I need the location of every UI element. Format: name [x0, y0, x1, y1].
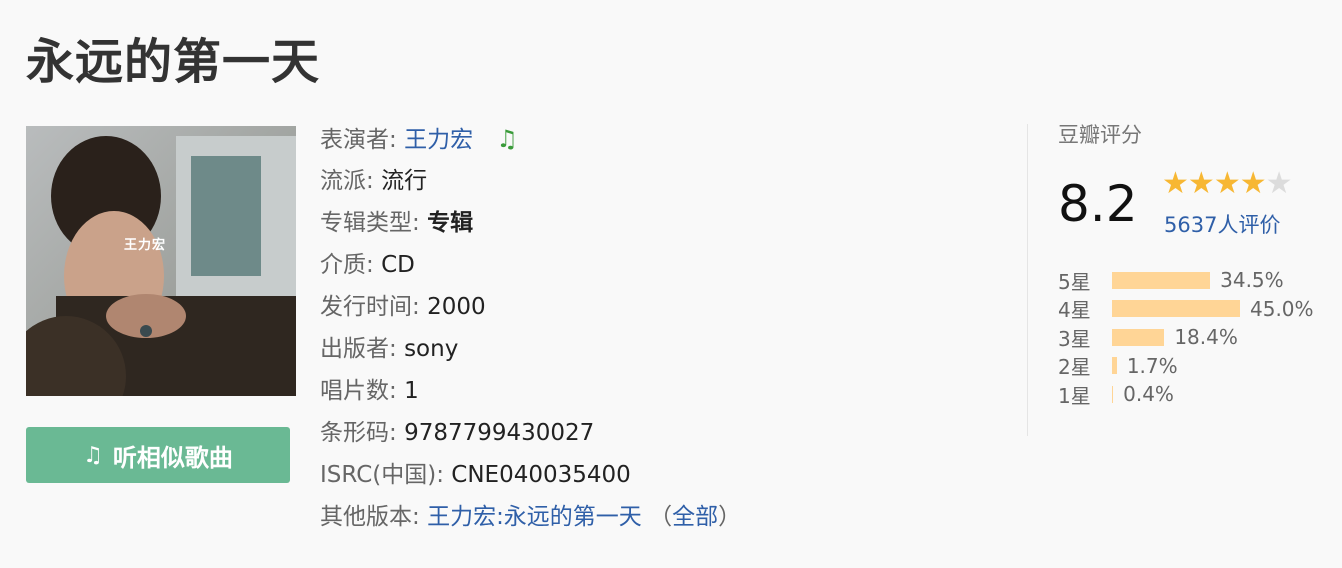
rating-percent: 0.4% [1123, 382, 1174, 407]
music-note-icon[interactable]: ♫ [496, 118, 518, 160]
rating-row: 5星 34.5% [1058, 266, 1314, 295]
rating-percent: 1.7% [1126, 353, 1178, 378]
listen-similar-button[interactable]: ♫ 听相似歌曲 [26, 427, 290, 483]
rating-row-label: 1星 [1058, 383, 1091, 408]
star-filled-icon: ★ [1239, 166, 1267, 201]
medium-value: CD [381, 252, 415, 278]
album-info: 表演者: 王力宏 ♫ 流派: 流行 专辑类型: 专辑 介质: CD 发行时间: … [320, 118, 741, 538]
rating-percent: 18.4% [1174, 325, 1238, 350]
isrc-label: ISRC(中国): [320, 462, 444, 488]
star-empty-icon: ★ [1265, 166, 1293, 201]
isrc-row: ISRC(中国): CNE040035400 [320, 454, 741, 496]
votes-link[interactable]: 5637人评价 [1164, 209, 1280, 239]
release-label: 发行时间: [320, 294, 420, 320]
discs-label: 唱片数: [320, 378, 397, 404]
rating-title: 豆瓣评分 [1058, 123, 1142, 147]
cover-art [26, 126, 296, 396]
star-filled-icon: ★ [1187, 166, 1215, 201]
barcode-value: 9787799430027 [404, 420, 595, 446]
rating-bar [1112, 271, 1211, 289]
section-divider [1027, 124, 1028, 436]
listen-similar-label: 听相似歌曲 [112, 443, 233, 472]
publisher-row: 出版者: sony [320, 328, 741, 370]
barcode-row: 条形码: 9787799430027 [320, 412, 741, 454]
performer-row: 表演者: 王力宏 ♫ [320, 118, 741, 160]
rating-score: 8.2 [1058, 175, 1138, 233]
rating-percent: 34.5% [1220, 268, 1284, 293]
rating-row: 4星 45.0% [1058, 295, 1314, 324]
versions-open-paren: （ [649, 504, 673, 530]
genre-value: 流行 [381, 168, 428, 194]
genre-row: 流派: 流行 [320, 160, 741, 202]
rating-panel: 豆瓣评分 8.2 ★★★★★ 5637人评价 5星 34.5% 4星 45.0% 3星 1… [1058, 120, 1314, 408]
rating-row: 2星 1.7% [1058, 352, 1314, 381]
genre-label: 流派: [320, 168, 374, 194]
rating-distribution: 5星 34.5% 4星 45.0% 3星 18.4% 2星 1.7% 1星 0.4% [1058, 266, 1314, 409]
barcode-label: 条形码: [320, 420, 397, 446]
star-filled-icon: ★ [1162, 166, 1189, 201]
rating-row-label: 4星 [1058, 298, 1091, 323]
rating-row-label: 2星 [1058, 355, 1091, 380]
isrc-value: CNE040035400 [451, 462, 631, 488]
discs-value: 1 [404, 378, 419, 404]
release-row: 发行时间: 2000 [320, 286, 741, 328]
rating-row: 1星 0.4% [1058, 380, 1314, 409]
medium-row: 介质: CD [320, 244, 741, 286]
all-versions-link[interactable]: 全部 [672, 504, 718, 530]
rating-bar [1112, 385, 1114, 403]
star-filled-icon: ★ [1213, 166, 1241, 201]
release-value: 2000 [427, 294, 486, 320]
music-note-icon: ♫ [83, 442, 103, 468]
rating-stars: ★★★★★ [1162, 166, 1293, 201]
rating-bar [1112, 328, 1165, 346]
versions-close-paren: ） [718, 504, 742, 530]
rating-bar [1112, 357, 1117, 375]
rating-row-label: 3星 [1058, 326, 1091, 351]
type-label: 专辑类型: [320, 210, 420, 236]
performer-label: 表演者: [320, 127, 397, 153]
album-cover[interactable]: 王力宏 [26, 126, 296, 396]
medium-label: 介质: [320, 252, 374, 278]
other-version-link[interactable]: 王力宏:永远的第一天 [427, 504, 642, 530]
cover-artist-text: 王力宏 [124, 238, 167, 253]
rating-row-label: 5星 [1058, 269, 1091, 294]
versions-label: 其他版本: [320, 504, 420, 530]
discs-row: 唱片数: 1 [320, 370, 741, 412]
rating-percent: 45.0% [1250, 296, 1314, 321]
album-title: 永远的第一天 [26, 34, 321, 90]
rating-row: 3星 18.4% [1058, 323, 1314, 352]
rating-bar [1112, 300, 1240, 318]
type-value: 专辑 [427, 210, 474, 236]
publisher-value: sony [404, 336, 459, 362]
type-row: 专辑类型: 专辑 [320, 202, 741, 244]
performer-link[interactable]: 王力宏 [404, 127, 473, 153]
versions-row: 其他版本: 王力宏:永远的第一天 （全部） [320, 496, 741, 538]
publisher-label: 出版者: [320, 336, 397, 362]
